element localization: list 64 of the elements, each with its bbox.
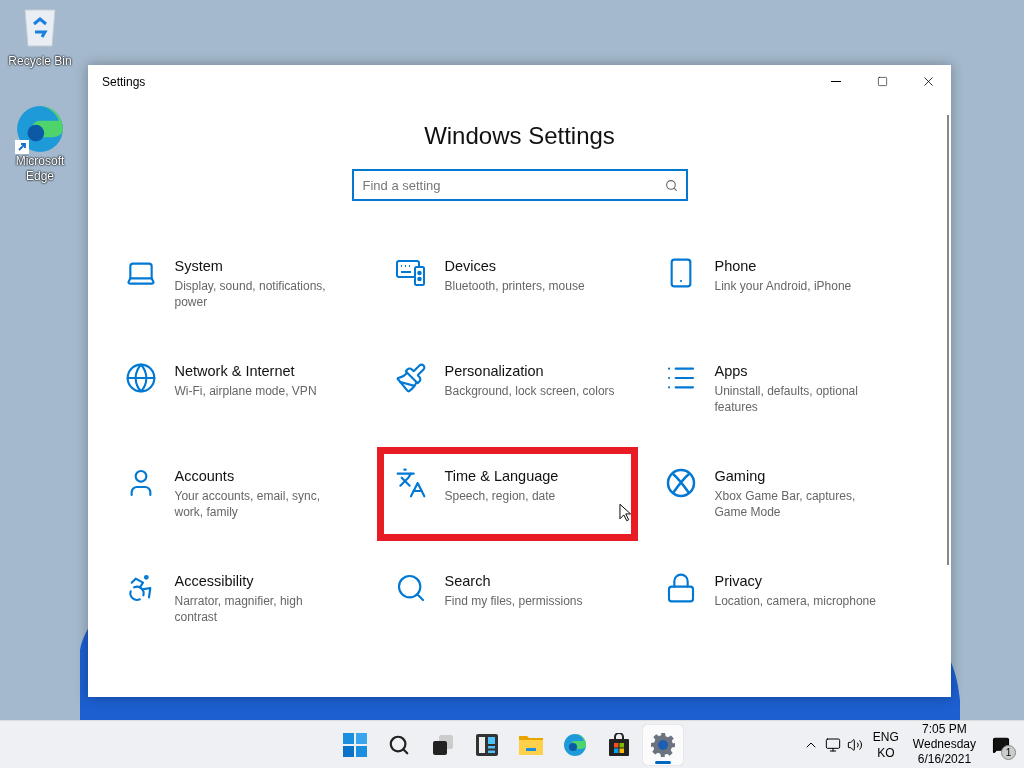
gear-icon [650, 732, 676, 758]
search-field[interactable]: Find a setting [351, 169, 688, 201]
category-title: Apps [714, 362, 749, 380]
category-description: Xbox Game Bar, captures, Game Mode [714, 488, 857, 520]
category-description: Display, sound, notifications, power [174, 278, 327, 310]
page-heading: Windows Settings [424, 121, 615, 151]
category-title: Personalization [444, 362, 545, 380]
category-title: Accessibility [174, 572, 255, 590]
category-title: Gaming [714, 467, 767, 485]
settings-category[interactable]: Privacy Location, camera, microphone [654, 572, 925, 677]
settings-category[interactable]: Search Find my files, permissions [384, 572, 655, 677]
recycle-bin-icon[interactable] [22, 6, 58, 48]
settings-category[interactable]: Devices Bluetooth, printers, mouse [384, 257, 655, 362]
category-title: Time & Language [444, 467, 560, 485]
category-description: Uninstall, defaults, optional features [714, 383, 859, 415]
minimize-icon [831, 81, 841, 82]
scrollbar[interactable] [947, 115, 949, 565]
category-description: Your accounts, email, sync, work, family [174, 488, 322, 520]
settings-category[interactable]: Gaming Xbox Game Bar, captures, Game Mode [654, 467, 925, 572]
network-icon[interactable] [824, 736, 841, 753]
desktop-icon-label: Microsoft Edge [14, 154, 66, 184]
xbox-icon [664, 467, 697, 499]
category-description: Bluetooth, printers, mouse [444, 278, 586, 294]
settings-category[interactable]: Apps Uninstall, defaults, optional features [654, 362, 925, 467]
category-title: Accounts [174, 467, 236, 485]
settings-category[interactable]: Phone Link your Android, iPhone [654, 257, 925, 362]
widgets-icon [475, 733, 499, 757]
language-indicator[interactable]: ENG KO [872, 728, 899, 761]
window-title: Settings [102, 73, 146, 91]
category-title: Phone [714, 257, 758, 275]
search-icon [388, 734, 410, 756]
category-description: Wi-Fi, airplane mode, VPN [174, 383, 318, 399]
volume-icon[interactable] [846, 736, 863, 753]
category-description: Narrator, magnifier, high contrast [174, 593, 304, 625]
category-description: Background, lock screen, colors [444, 383, 616, 399]
category-title: System [174, 257, 224, 275]
language-icon [394, 467, 427, 499]
category-description: Speech, region, date [444, 488, 557, 504]
maximize-icon [876, 76, 888, 87]
mouse-cursor-icon [618, 503, 631, 522]
active-indicator [655, 761, 671, 764]
category-title: Network & Internet [174, 362, 296, 380]
store-bag-icon [607, 733, 631, 757]
browser-icon[interactable] [15, 104, 65, 154]
clock[interactable]: 7:05 PM Wednesday 6/16/2021 [912, 722, 976, 767]
category-description: Find my files, permissions [444, 593, 584, 609]
search-icon [664, 179, 678, 192]
category-description: Location, camera, microphone [714, 593, 877, 609]
taskbar-app-button[interactable] [643, 725, 683, 765]
keyboard-device-icon [394, 257, 427, 289]
settings-category[interactable]: System Display, sound, notifications, power [114, 257, 385, 362]
folder-icon [518, 734, 544, 756]
category-description: Link your Android, iPhone [714, 278, 853, 294]
start-icon [343, 733, 367, 757]
paintbrush-icon [394, 362, 427, 394]
desktop-icon-label: Recycle Bin [8, 53, 72, 70]
globe-icon [124, 362, 157, 394]
category-title: Privacy [714, 572, 764, 590]
category-title: Devices [444, 257, 498, 275]
settings-category[interactable]: Time & Language Speech, region, date [376, 447, 638, 541]
settings-category[interactable]: Accessibility Narrator, magnifier, high contrast [114, 572, 385, 677]
task-view-icon [431, 733, 455, 757]
category-title: Search [444, 572, 492, 590]
browser-icon [563, 733, 587, 757]
